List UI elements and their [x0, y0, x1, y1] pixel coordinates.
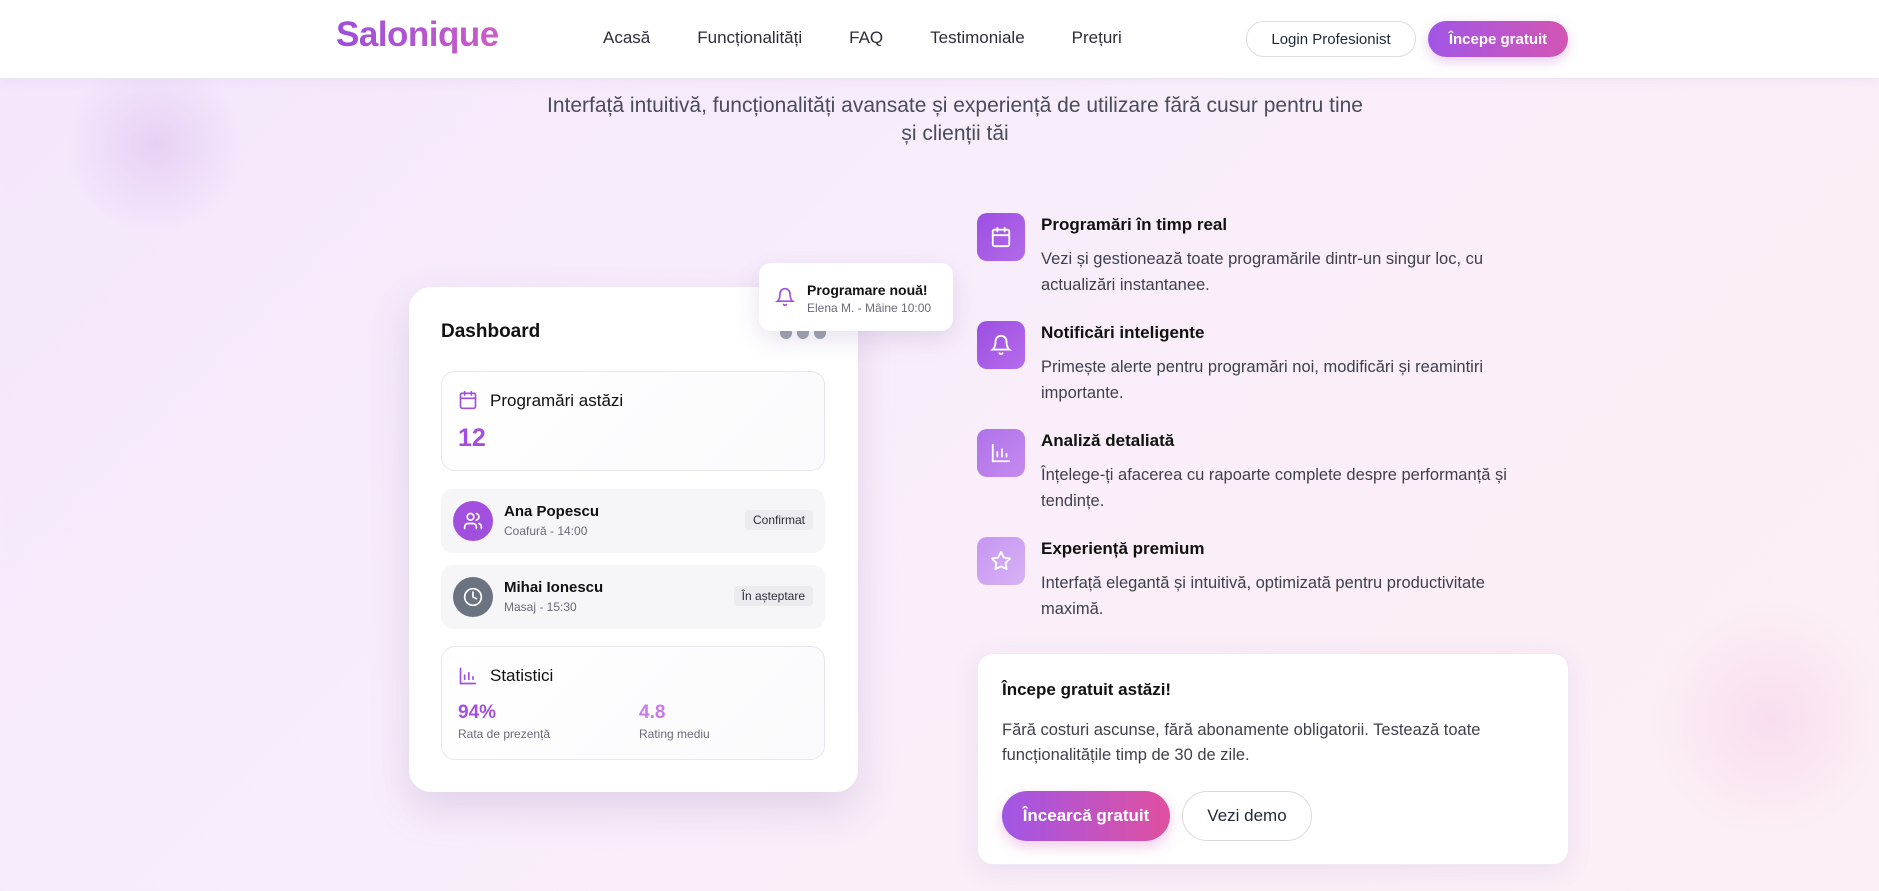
start-free-button[interactable]: Începe gratuit — [1428, 21, 1568, 57]
status-badge: În așteptare — [733, 586, 813, 606]
background-glow — [1650, 600, 1879, 840]
dashboard-title: Dashboard — [441, 321, 541, 342]
feature-description: Interfață elegantă și intuitivă, optimiz… — [1041, 574, 1485, 618]
today-appointments-card: Programări astăzi 12 — [441, 371, 825, 471]
notification-title: Programare nouă! — [807, 282, 928, 298]
statistics-card: Statistici 94% Rata de prezență 4.8 Rati… — [441, 646, 825, 760]
chart-icon — [458, 666, 478, 686]
nav-link-faq[interactable]: FAQ — [849, 28, 883, 48]
nav-link-functionalitati[interactable]: Funcționalități — [697, 28, 802, 48]
background-glow — [60, 60, 250, 230]
nav-link-acasa[interactable]: Acasă — [603, 28, 650, 48]
try-free-button[interactable]: Încearcă gratuit — [1002, 791, 1170, 841]
calendar-icon — [458, 390, 478, 410]
feature-title: Analiză detaliată — [1041, 431, 1175, 450]
feature-title: Experiență premium — [1041, 539, 1205, 558]
star-icon — [977, 537, 1025, 585]
bell-icon — [977, 321, 1025, 369]
bell-icon — [774, 287, 796, 307]
attendance-rate-value: 94% — [458, 702, 497, 723]
top-navbar: Salonique Acasă Funcționalități FAQ Test… — [0, 0, 1879, 79]
hero-subtitle: Interfață intuitivă, funcționalități ava… — [547, 94, 1363, 145]
statistics-label: Statistici — [490, 666, 554, 685]
attendance-rate-label: Rata de prezență — [458, 727, 551, 741]
average-rating-label: Rating mediu — [639, 727, 710, 741]
view-demo-button[interactable]: Vezi demo — [1182, 791, 1312, 841]
feature-title: Notificări inteligente — [1041, 323, 1205, 342]
appointment-row[interactable]: Mihai Ionescu Masaj - 15:30 În așteptare — [441, 565, 825, 629]
login-professional-button[interactable]: Login Profesionist — [1246, 21, 1416, 57]
nav-link-testimoniale[interactable]: Testimoniale — [930, 28, 1025, 48]
today-appointments-label: Programări astăzi — [490, 391, 624, 410]
users-icon — [453, 501, 493, 541]
calendar-icon — [977, 213, 1025, 261]
average-rating-value: 4.8 — [639, 702, 666, 723]
status-badge: Confirmat — [744, 510, 813, 530]
brand-logo[interactable]: Salonique — [336, 15, 499, 55]
appointment-client-name: Ana Popescu — [504, 503, 600, 520]
feature-title: Programări în timp real — [1041, 215, 1228, 234]
feature-description: Înțelege-ți afacerea cu rapoarte complet… — [1041, 466, 1507, 510]
main-nav: Acasă Funcționalități FAQ Testimoniale P… — [603, 28, 1169, 48]
today-appointments-count: 12 — [458, 424, 486, 452]
feature-description: Primește alerte pentru programări noi, m… — [1041, 358, 1483, 402]
appointment-service-time: Coafură - 14:00 — [504, 524, 588, 538]
cta-title: Începe gratuit astăzi! — [1002, 680, 1172, 699]
clock-icon — [453, 577, 493, 617]
appointment-service-time: Masaj - 15:30 — [504, 600, 577, 614]
cta-card: Începe gratuit astăzi! Fără costuri ascu… — [977, 653, 1569, 865]
new-appointment-notification[interactable]: Programare nouă! Elena M. - Mâine 10:00 — [759, 263, 953, 331]
feature-description: Vezi și gestionează toate programările d… — [1041, 250, 1484, 294]
notification-subtitle: Elena M. - Mâine 10:00 — [807, 301, 932, 315]
nav-link-preturi[interactable]: Prețuri — [1072, 28, 1122, 48]
chart-icon — [977, 429, 1025, 477]
dashboard-card: Dashboard Programări astăzi 12 Ana Popes… — [409, 287, 858, 792]
appointment-client-name: Mihai Ionescu — [504, 579, 604, 596]
cta-description: Fără costuri ascunse, fără abonamente ob… — [1002, 721, 1481, 764]
appointment-row[interactable]: Ana Popescu Coafură - 14:00 Confirmat — [441, 489, 825, 553]
